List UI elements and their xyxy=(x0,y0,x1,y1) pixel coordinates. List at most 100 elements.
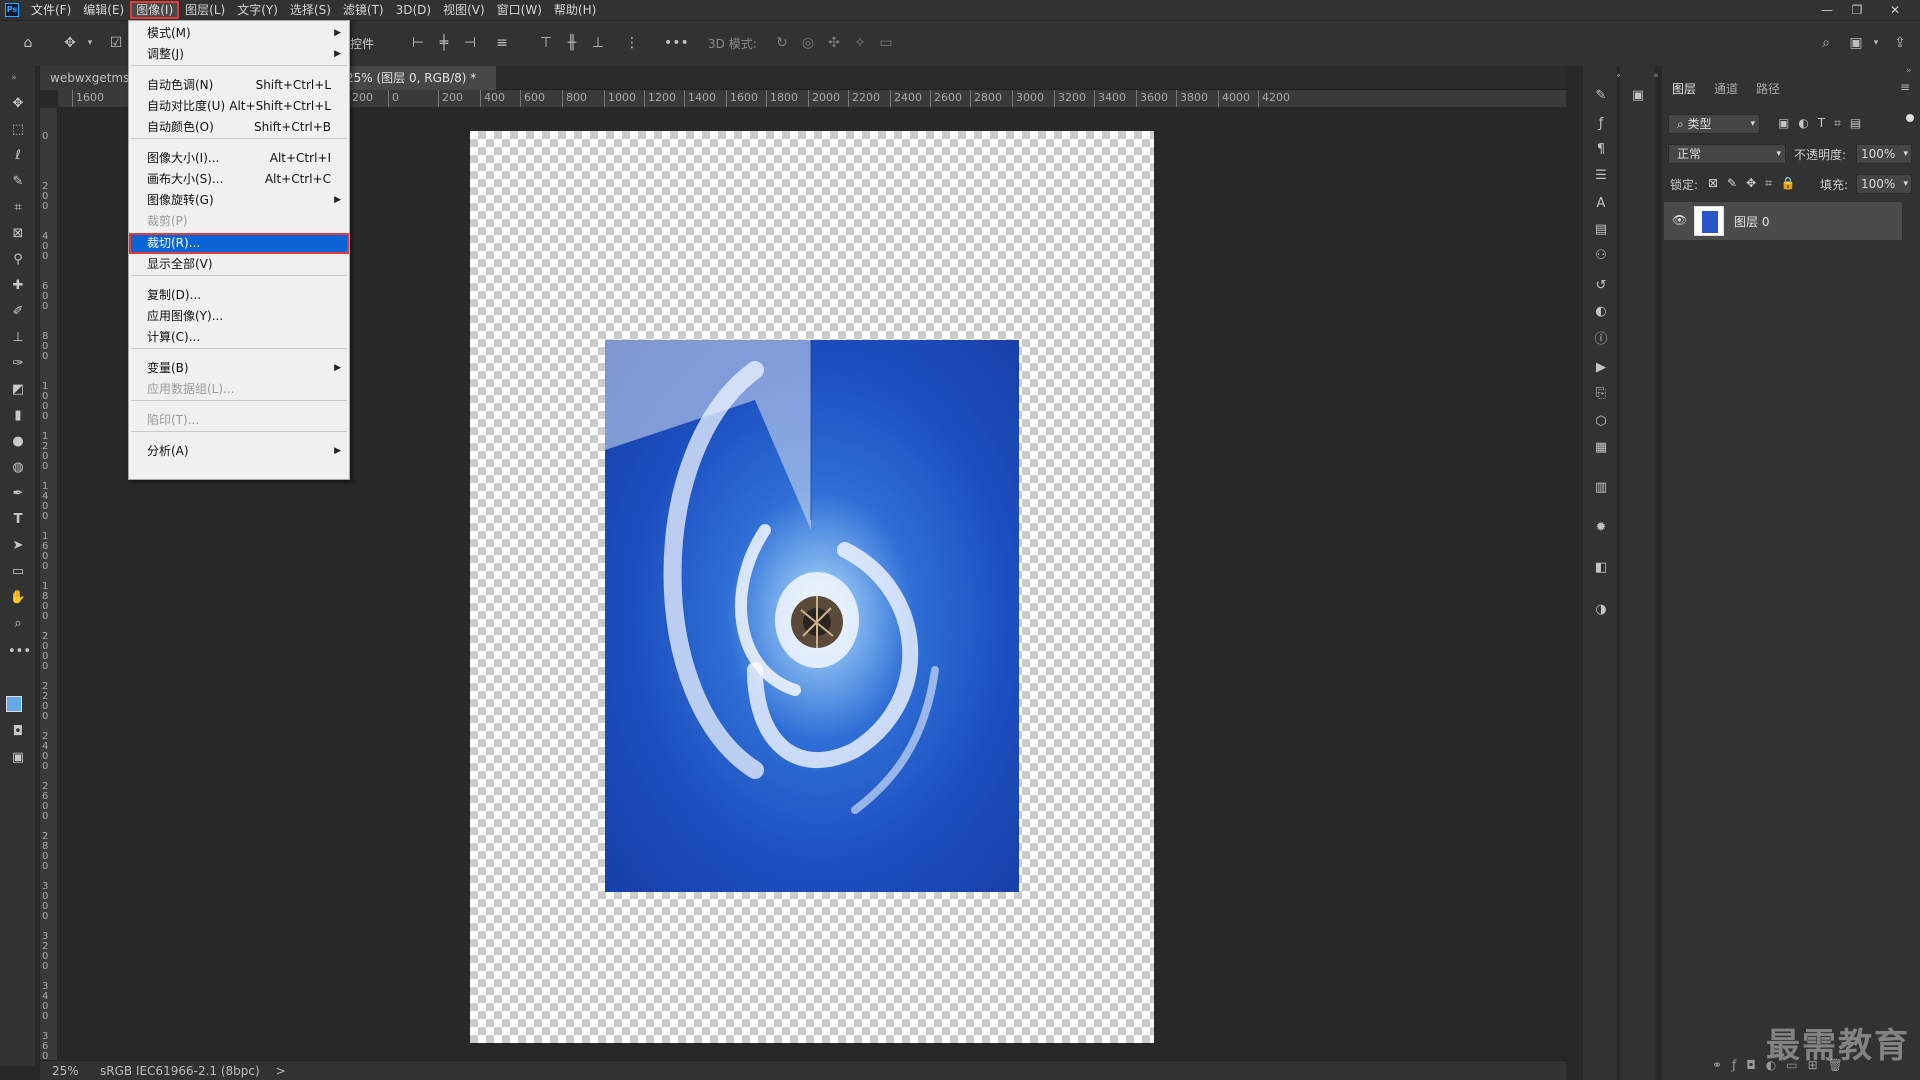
align-center-h-icon[interactable]: ╪ xyxy=(434,33,454,53)
navigator-icon[interactable]: ◧ xyxy=(1591,558,1611,578)
zoom-level[interactable]: 25% xyxy=(52,1064,92,1078)
eraser-tool-icon[interactable]: ◩ xyxy=(8,380,28,400)
blend-mode-select[interactable]: 正常 ▾ xyxy=(1668,144,1786,164)
menu-item-reveal-all[interactable]: 显示全部(V) xyxy=(129,254,349,275)
history-icon[interactable]: ↺ xyxy=(1591,276,1611,296)
tab-document-webwxgetmsg[interactable]: webwxgetmsg xyxy=(40,66,140,90)
glyphs-icon[interactable]: ▤ xyxy=(1591,220,1611,240)
color-icon[interactable]: ◑ xyxy=(1591,600,1611,620)
3d-slide-icon[interactable]: ✧ xyxy=(850,33,870,53)
menu-3d[interactable]: 3D(D) xyxy=(390,1,437,19)
layer-filter-kind-select[interactable]: ⌕ 类型 ▾ xyxy=(1668,114,1760,134)
3d-icon[interactable]: ⬡ xyxy=(1591,412,1611,432)
workspace-icon[interactable]: ▣ xyxy=(1846,33,1866,53)
lasso-tool-icon[interactable]: ℓ xyxy=(8,146,28,166)
pen-tool-icon[interactable]: ✒ xyxy=(8,484,28,504)
menu-item-trim[interactable]: 裁切(R)... xyxy=(129,233,349,254)
zoom-tool-icon[interactable]: ⌕ xyxy=(8,614,28,634)
menu-image[interactable]: 图像(I) xyxy=(130,1,180,19)
history-brush-tool-icon[interactable]: ✑ xyxy=(8,354,28,374)
3d-orbit-icon[interactable]: ↻ xyxy=(772,33,792,53)
type-tool-icon[interactable]: T xyxy=(8,510,28,530)
lock-options-icons[interactable]: ⊠✎✥⌗🔒 xyxy=(1708,176,1805,191)
menu-layer[interactable]: 图层(L) xyxy=(179,1,231,19)
crop-tool-icon[interactable]: ⌗ xyxy=(8,198,28,218)
minimize-button[interactable]: — xyxy=(1812,0,1842,20)
marquee-tool-icon[interactable]: ⬚ xyxy=(8,120,28,140)
tab-channels[interactable]: 通道 xyxy=(1714,80,1738,97)
libraries-icon[interactable]: ⚇ xyxy=(1591,246,1611,266)
distribute-vertical-icon[interactable]: ⋮ xyxy=(622,33,642,53)
menu-window[interactable]: 窗口(W) xyxy=(491,1,548,19)
collapse-arrows-icon[interactable]: » xyxy=(4,68,24,88)
layer-filter-icons[interactable]: ▣◐T⌗▤ xyxy=(1778,116,1870,131)
frame-tool-icon[interactable]: ⊠ xyxy=(8,224,28,244)
brush-tool-icon[interactable]: ✐ xyxy=(8,302,28,322)
settings-sun-icon[interactable]: ✹ xyxy=(1591,518,1611,538)
move-tool-icon[interactable]: ✥ xyxy=(8,94,28,114)
menu-item-calculations[interactable]: 计算(C)... xyxy=(129,327,349,348)
tab-layers[interactable]: 图层 xyxy=(1672,80,1696,97)
menu-item-auto-tone[interactable]: 自动色调(N) Shift+Ctrl+L xyxy=(129,75,349,96)
tab-paths[interactable]: 路径 xyxy=(1756,80,1780,97)
menu-item-mode[interactable]: 模式(M) ▶ xyxy=(129,23,349,44)
visibility-eye-icon[interactable]: 👁 xyxy=(1672,213,1687,227)
rectangle-tool-icon[interactable]: ▭ xyxy=(8,562,28,582)
3d-scale-icon[interactable]: ▭ xyxy=(876,33,896,53)
gradient-tool-icon[interactable]: ▮ xyxy=(8,406,28,426)
3d-roll-icon[interactable]: ◎ xyxy=(798,33,818,53)
fill-input[interactable]: 100% ▾ xyxy=(1856,174,1912,194)
menu-item-duplicate[interactable]: 复制(D)... xyxy=(129,285,349,306)
menu-item-adjustments[interactable]: 调整(J) ▶ xyxy=(129,44,349,65)
tab-document-active[interactable]: 25% (图层 0, RGB/8) * × xyxy=(340,66,496,109)
panel-menu-icon[interactable]: ≡ xyxy=(1900,80,1910,94)
quick-mask-icon[interactable]: ◘ xyxy=(8,722,28,742)
more-options-icon[interactable]: ••• xyxy=(664,33,689,53)
menu-view[interactable]: 视图(V) xyxy=(437,1,491,19)
healing-brush-tool-icon[interactable]: ✚ xyxy=(8,276,28,296)
search-icon[interactable]: ⌕ xyxy=(1816,33,1836,53)
collapse-arrows-icon[interactable]: » xyxy=(1906,66,1912,76)
notes-icon[interactable]: ▥ xyxy=(1591,478,1611,498)
actions-play-icon[interactable]: ▶ xyxy=(1591,358,1611,378)
paragraph-icon[interactable]: ¶ xyxy=(1591,140,1611,160)
menu-item-variables[interactable]: 变量(B) ▶ xyxy=(129,358,349,379)
blur-tool-icon[interactable]: ● xyxy=(8,432,28,452)
menu-edit[interactable]: 编辑(E) xyxy=(77,1,130,19)
properties-icon[interactable]: ☰ xyxy=(1591,166,1611,186)
menu-select[interactable]: 选择(S) xyxy=(284,1,337,19)
edit-toolbar-icon[interactable]: ••• xyxy=(8,642,31,662)
adjustments-icon[interactable]: ◐ xyxy=(1591,302,1611,322)
dodge-tool-icon[interactable]: ◍ xyxy=(8,458,28,478)
quick-select-tool-icon[interactable]: ✎ xyxy=(8,172,28,192)
menu-item-analysis[interactable]: 分析(A) ▶ xyxy=(129,441,349,462)
share-icon[interactable]: ⇪ xyxy=(1890,33,1910,53)
screen-mode-icon[interactable]: ▣ xyxy=(8,748,28,768)
table-icon[interactable]: ▦ xyxy=(1591,438,1611,458)
status-menu-arrow[interactable]: > xyxy=(276,1064,286,1078)
info-icon[interactable]: ⓘ xyxy=(1591,330,1611,350)
path-select-tool-icon[interactable]: ➤ xyxy=(8,536,28,556)
layer-row[interactable]: 👁 图层 0 xyxy=(1664,202,1902,240)
align-top-icon[interactable]: ⊤ xyxy=(536,33,556,53)
hand-tool-icon[interactable]: ✋ xyxy=(8,588,28,608)
clone-source-icon[interactable]: ⎘ xyxy=(1591,384,1611,404)
eyedropper-tool-icon[interactable]: ⚲ xyxy=(8,250,28,270)
move-tool-preset-icon[interactable]: ✥ xyxy=(60,33,80,53)
close-button[interactable]: ✕ xyxy=(1880,0,1910,20)
align-middle-v-icon[interactable]: ╫ xyxy=(562,33,582,53)
align-left-icon[interactable]: ⊢ xyxy=(408,33,428,53)
fx-icon[interactable]: ƒ xyxy=(1591,114,1611,134)
menu-file[interactable]: 文件(F) xyxy=(25,1,77,19)
menu-item-image-size[interactable]: 图像大小(I)... Alt+Ctrl+I xyxy=(129,148,349,169)
opacity-input[interactable]: 100% ▾ xyxy=(1856,144,1912,164)
layer-name[interactable]: 图层 0 xyxy=(1734,213,1769,230)
chevron-down-icon[interactable]: ▾ xyxy=(1866,33,1886,53)
home-icon[interactable]: ⌂ xyxy=(18,33,38,53)
3d-pan-icon[interactable]: ✣ xyxy=(824,33,844,53)
foreground-color-swatch[interactable] xyxy=(6,696,22,712)
menu-item-image-rotation[interactable]: 图像旋转(G) ▶ xyxy=(129,190,349,211)
brush-settings-icon[interactable]: ✎ xyxy=(1591,86,1611,106)
menu-item-apply-image[interactable]: 应用图像(Y)... xyxy=(129,306,349,327)
menu-item-canvas-size[interactable]: 画布大小(S)... Alt+Ctrl+C xyxy=(129,169,349,190)
